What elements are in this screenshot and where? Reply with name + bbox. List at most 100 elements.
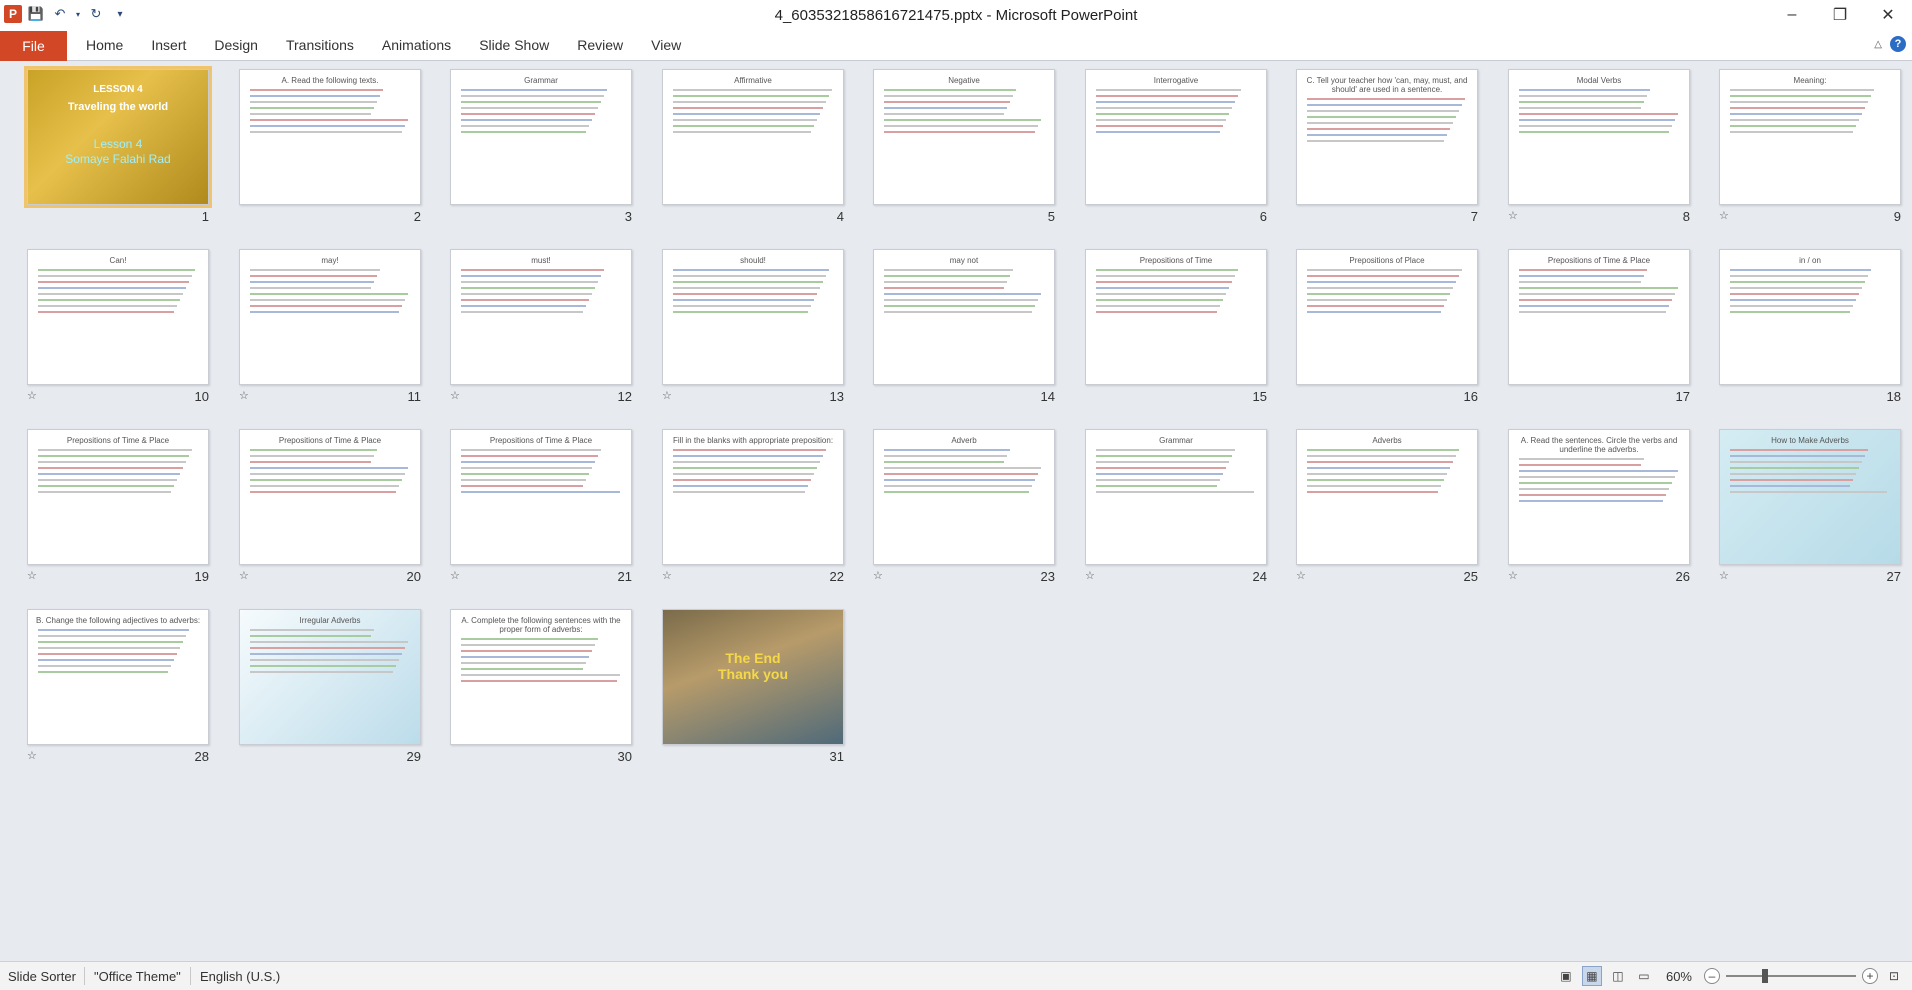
slide-number: 15	[1252, 389, 1267, 404]
slide-text-placeholder	[461, 662, 586, 664]
transition-star-icon[interactable]: ☆	[450, 389, 460, 402]
transition-star-icon[interactable]: ☆	[1719, 209, 1729, 222]
slide-thumbnail[interactable]: Grammar	[1085, 429, 1267, 565]
slide-text-placeholder	[38, 455, 189, 457]
tab-slide-show[interactable]: Slide Show	[479, 37, 549, 53]
normal-view-icon[interactable]: ▣	[1556, 966, 1576, 986]
slide-text-placeholder	[250, 311, 399, 313]
transition-star-icon[interactable]: ☆	[27, 569, 37, 582]
slide-text-placeholder	[38, 311, 174, 313]
slide-thumbnail[interactable]: Grammar	[450, 69, 632, 205]
transition-star-icon[interactable]: ☆	[1508, 209, 1518, 222]
slide-text-placeholder	[1307, 449, 1459, 451]
slide-thumbnail[interactable]: Prepositions of Time & Place	[450, 429, 632, 565]
tab-review[interactable]: Review	[577, 37, 623, 53]
status-language[interactable]: English (U.S.)	[200, 969, 280, 984]
slide-text-placeholder	[461, 287, 595, 289]
slide-thumbnail-title: C. Tell your teacher how 'can, may, must…	[1306, 76, 1468, 94]
transition-star-icon[interactable]: ☆	[662, 569, 672, 582]
slide-text-placeholder	[1307, 128, 1450, 130]
slide-text-placeholder	[1730, 107, 1865, 109]
tab-home[interactable]: Home	[86, 37, 123, 53]
zoom-slider[interactable]	[1726, 969, 1856, 983]
tab-view[interactable]: View	[651, 37, 681, 53]
slide-text-placeholder	[461, 455, 598, 457]
slide-text-placeholder	[673, 269, 829, 271]
tab-design[interactable]: Design	[214, 37, 258, 53]
slide-thumbnail[interactable]: Prepositions of Time & Place	[1508, 249, 1690, 385]
slide-thumbnail[interactable]: Prepositions of Time	[1085, 249, 1267, 385]
slide-text-placeholder	[1096, 101, 1235, 103]
slide-thumbnail[interactable]: must!	[450, 249, 632, 385]
transition-star-icon[interactable]: ☆	[662, 389, 672, 402]
transition-star-icon[interactable]: ☆	[1508, 569, 1518, 582]
restore-icon[interactable]: ❐	[1816, 0, 1864, 30]
slide-text-placeholder	[1096, 131, 1220, 133]
slide-text-placeholder	[461, 107, 598, 109]
transition-star-icon[interactable]: ☆	[239, 569, 249, 582]
tab-animations[interactable]: Animations	[382, 37, 451, 53]
transition-star-icon[interactable]: ☆	[27, 389, 37, 402]
slide-thumbnail[interactable]: may not	[873, 249, 1055, 385]
help-icon[interactable]: ?	[1890, 36, 1906, 52]
slide-thumbnail[interactable]: Can!	[27, 249, 209, 385]
slide-text-placeholder	[1307, 281, 1456, 283]
slide-thumbnail[interactable]: Prepositions of Time & Place	[239, 429, 421, 565]
status-theme-name[interactable]: "Office Theme"	[94, 969, 181, 984]
slide-thumbnail[interactable]: Irregular Adverbs	[239, 609, 421, 745]
slide-thumbnail[interactable]: How to Make Adverbs	[1719, 429, 1901, 565]
reading-view-icon[interactable]: ◫	[1608, 966, 1628, 986]
slide-thumbnail[interactable]: Adverbs	[1296, 429, 1478, 565]
slide-text-placeholder	[884, 113, 1004, 115]
slide-thumbnail[interactable]: may!	[239, 249, 421, 385]
transition-star-icon[interactable]: ☆	[1085, 569, 1095, 582]
slide-thumbnail[interactable]: LESSON 4 Traveling the world Lesson 4 Soma…	[24, 66, 212, 208]
slide-text-placeholder	[38, 479, 177, 481]
transition-star-icon[interactable]: ☆	[1719, 569, 1729, 582]
slide-thumbnail[interactable]: in / on	[1719, 249, 1901, 385]
tab-transitions[interactable]: Transitions	[286, 37, 354, 53]
tab-file[interactable]: File	[0, 31, 67, 61]
slide-text-placeholder	[461, 119, 592, 121]
slide-thumbnail[interactable]: B. Change the following adjectives to ad…	[27, 609, 209, 745]
slide-thumbnail[interactable]: Prepositions of Place	[1296, 249, 1478, 385]
slide-thumbnail[interactable]: The End Thank you	[662, 609, 844, 745]
collapse-ribbon-icon[interactable]: △	[1874, 39, 1882, 50]
transition-star-icon[interactable]: ☆	[873, 569, 883, 582]
close-icon[interactable]: ✕	[1864, 0, 1912, 30]
slide-text-placeholder	[1096, 485, 1217, 487]
slide-text-placeholder	[461, 644, 595, 646]
transition-star-icon[interactable]: ☆	[1296, 569, 1306, 582]
minimize-icon[interactable]: –	[1768, 0, 1816, 30]
slide-thumbnail[interactable]: C. Tell your teacher how 'can, may, must…	[1296, 69, 1478, 205]
slide-text-placeholder	[1307, 269, 1462, 271]
slide-thumbnail[interactable]: Prepositions of Time & Place	[27, 429, 209, 565]
slide-text-placeholder	[884, 287, 1004, 289]
transition-star-icon[interactable]: ☆	[27, 749, 37, 762]
slide-thumbnail[interactable]: Adverb	[873, 429, 1055, 565]
transition-star-icon[interactable]: ☆	[239, 389, 249, 402]
slide-thumbnail[interactable]: A. Complete the following sentences with…	[450, 609, 632, 745]
slide-thumbnail[interactable]: should!	[662, 249, 844, 385]
slide-thumbnail[interactable]: Interrogative	[1085, 69, 1267, 205]
slide-show-view-icon[interactable]: ▭	[1634, 966, 1654, 986]
slide-thumbnail[interactable]: Negative	[873, 69, 1055, 205]
slide-thumbnail[interactable]: Modal Verbs	[1508, 69, 1690, 205]
slide-thumbnail[interactable]: Affirmative	[662, 69, 844, 205]
slide-thumbnail[interactable]: Meaning:	[1719, 69, 1901, 205]
slide-thumbnail[interactable]: A. Read the following texts.	[239, 69, 421, 205]
slide-thumbnail[interactable]: A. Read the sentences. Circle the verbs …	[1508, 429, 1690, 565]
slide-thumbnail[interactable]: Fill in the blanks with appropriate prep…	[662, 429, 844, 565]
zoom-in-icon[interactable]: +	[1862, 968, 1878, 984]
tab-insert[interactable]: Insert	[151, 37, 186, 53]
fit-to-window-icon[interactable]: ⊡	[1884, 966, 1904, 986]
transition-star-icon[interactable]: ☆	[450, 569, 460, 582]
slide-sorter-view-icon[interactable]: ▦	[1581, 966, 1602, 986]
zoom-out-icon[interactable]: –	[1704, 968, 1720, 984]
zoom-slider-thumb[interactable]	[1762, 969, 1768, 983]
slide-text-placeholder	[884, 455, 1007, 457]
slide-text-placeholder	[1307, 122, 1453, 124]
slide-text-placeholder	[1096, 473, 1223, 475]
zoom-level[interactable]: 60%	[1666, 969, 1692, 984]
slide-text-placeholder	[461, 491, 620, 493]
